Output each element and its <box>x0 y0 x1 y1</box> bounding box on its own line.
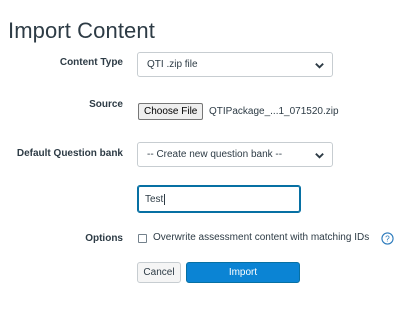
svg-text:?: ? <box>385 234 390 244</box>
new-question-bank-input[interactable]: Test <box>137 185 301 213</box>
chevron-down-icon <box>315 153 324 159</box>
selected-file-name: QTIPackage_...1_071520.zip <box>209 106 339 117</box>
choose-file-button[interactable]: Choose File <box>138 103 204 120</box>
new-question-bank-value: Test <box>145 193 164 205</box>
overwrite-checkbox[interactable] <box>138 234 147 243</box>
text-caret <box>164 193 166 205</box>
cancel-button[interactable]: Cancel <box>137 262 181 283</box>
content-type-select[interactable]: QTI .zip file <box>137 52 333 77</box>
import-button[interactable]: Import <box>186 262 300 283</box>
page-title: Import Content <box>8 18 155 43</box>
options-label: Options <box>85 233 123 244</box>
chevron-down-icon <box>315 63 324 69</box>
source-label: Source <box>89 99 123 110</box>
question-bank-label: Default Question bank <box>16 148 123 159</box>
question-bank-select[interactable]: -- Create new question bank -- <box>137 142 333 167</box>
help-circle-icon[interactable]: ? <box>381 232 394 245</box>
question-bank-value: -- Create new question bank -- <box>147 149 283 160</box>
content-type-label: Content Type <box>59 57 123 68</box>
overwrite-checkbox-label[interactable]: Overwrite assessment content with matchi… <box>153 232 369 243</box>
content-type-value: QTI .zip file <box>147 59 198 70</box>
